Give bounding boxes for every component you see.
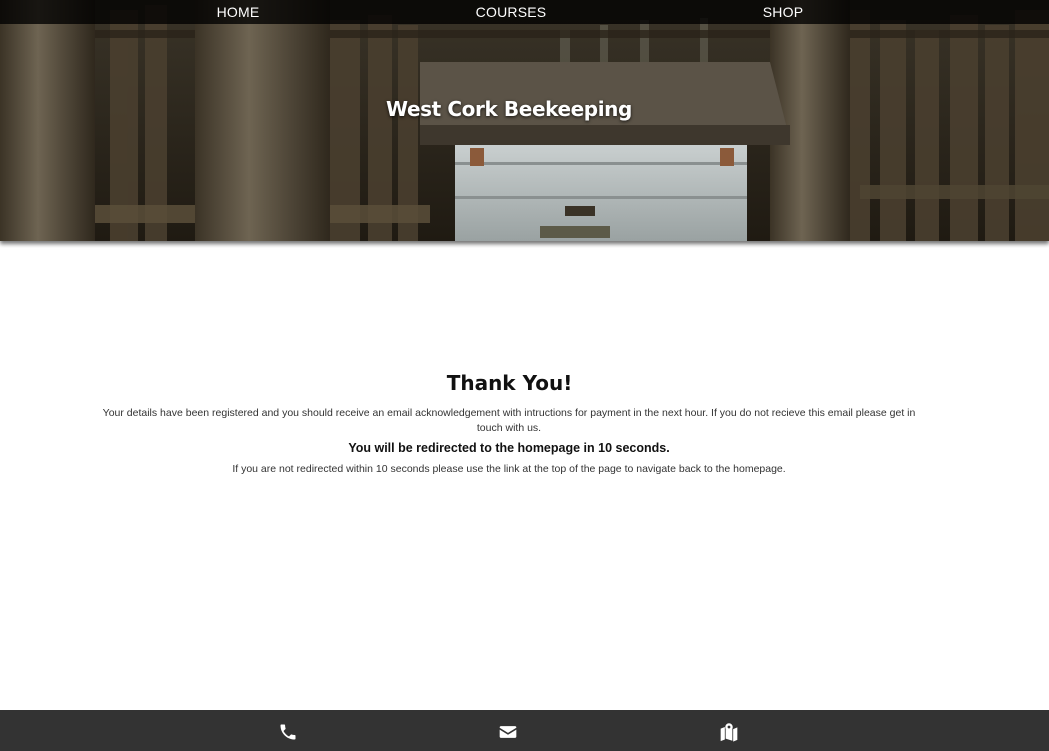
registration-details-text: Your details have been registered and yo… [102, 407, 916, 434]
envelope-icon[interactable] [497, 722, 519, 742]
site-title: West Cork Beekeeping [386, 97, 632, 121]
main-nav: HOME COURSES SHOP [0, 0, 1049, 24]
redirect-message: You will be redirected to the homepage i… [348, 441, 670, 455]
nav-home-link[interactable]: HOME [217, 4, 260, 20]
nav-shop-link[interactable]: SHOP [763, 4, 803, 20]
phone-icon[interactable] [277, 722, 299, 742]
fallback-message: If you are not redirected within 10 seco… [232, 463, 786, 475]
thank-you-section: Thank You! Your details have been regist… [0, 241, 1049, 710]
map-marker-icon[interactable] [718, 722, 740, 742]
thank-you-heading: Thank You! [446, 371, 573, 395]
nav-courses-link[interactable]: COURSES [476, 4, 547, 20]
footer [0, 710, 1049, 751]
hero-banner: HOME COURSES SHOP West Cork Beekeeping [0, 0, 1049, 241]
